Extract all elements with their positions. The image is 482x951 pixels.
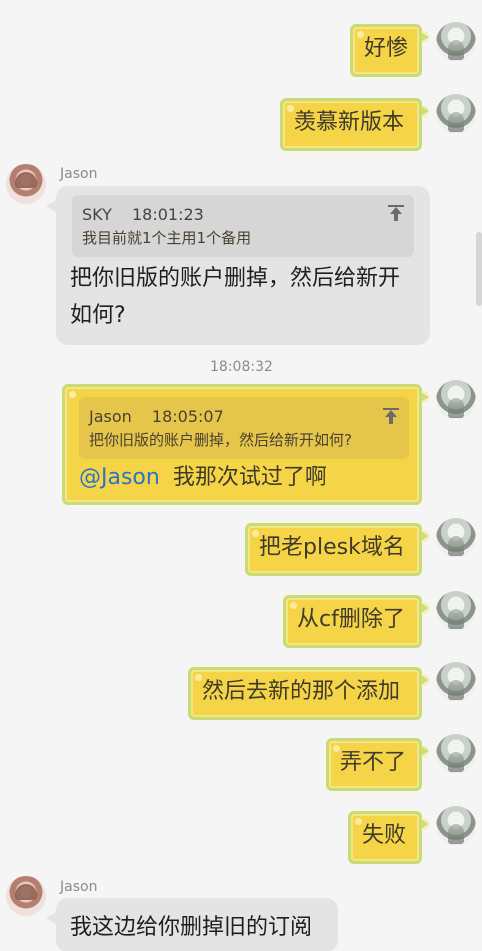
message-line: 如何?	[70, 303, 126, 329]
avatar-sky[interactable]	[436, 591, 476, 631]
outgoing-message[interactable]: 然后去新的那个添加	[188, 667, 429, 720]
mention-link[interactable]: @Jason	[79, 465, 160, 490]
message-line: 把你旧版的账户删掉，然后给新开	[70, 266, 401, 291]
sender-name: Jason	[60, 166, 98, 182]
quote-sender: Jason	[89, 407, 132, 426]
quote-time: 18:05:07	[151, 407, 224, 426]
outgoing-message[interactable]: 弄不了	[326, 738, 429, 791]
quote-sender: SKY	[82, 205, 112, 224]
avatar-sky[interactable]	[436, 94, 476, 134]
avatar-jason[interactable]	[6, 164, 46, 204]
message-text: 羡慕新版本	[294, 110, 405, 135]
pin-icon[interactable]	[383, 408, 399, 424]
quote-text: 我目前就1个主用1个备用	[82, 229, 252, 248]
message-text: 好惨	[364, 36, 409, 61]
avatar-jason[interactable]	[6, 876, 46, 916]
incoming-message[interactable]: 我这边给你删掉旧的订阅	[46, 898, 338, 951]
message-text: 从cf删除了	[297, 607, 405, 632]
avatar-sky[interactable]	[436, 22, 476, 62]
outgoing-message[interactable]: Jason 18:05:07 把你旧版的账户删掉，然后给新开如何? @Jason…	[62, 384, 429, 505]
outgoing-message[interactable]: 从cf删除了	[283, 595, 429, 648]
sender-name: Jason	[60, 879, 98, 895]
quoted-message[interactable]: SKY 18:01:23 我目前就1个主用1个备用	[72, 195, 414, 257]
message-text: 我这边给你删掉旧的订阅	[70, 915, 313, 940]
message-text: @Jason 我那次试过了啊	[79, 465, 327, 491]
incoming-message[interactable]: SKY 18:01:23 我目前就1个主用1个备用 把你旧版的账户删掉，然后给新…	[46, 186, 430, 345]
avatar-sky[interactable]	[436, 734, 476, 774]
message-text: 把老plesk域名	[259, 535, 405, 560]
outgoing-message[interactable]: 好惨	[350, 24, 429, 77]
timestamp: 18:08:32	[210, 359, 273, 375]
quote-meta: Jason 18:05:07	[89, 405, 399, 428]
message-text: 失败	[362, 823, 407, 848]
message-text: 弄不了	[340, 750, 407, 775]
quote-time: 18:01:23	[131, 205, 204, 224]
message-text: 把你旧版的账户删掉，然后给新开 如何?	[70, 260, 418, 335]
avatar-sky[interactable]	[436, 518, 476, 558]
avatar-sky[interactable]	[436, 662, 476, 702]
quote-text: 把你旧版的账户删掉，然后给新开如何?	[89, 431, 352, 450]
pin-icon[interactable]	[388, 205, 404, 221]
avatar-sky[interactable]	[436, 806, 476, 846]
quote-meta: SKY 18:01:23	[82, 203, 404, 226]
message-text: 然后去新的那个添加	[202, 679, 401, 704]
chat-window: 好惨 羡慕新版本 Jason SKY 18:01:23 我目前就1个主用1个备用…	[0, 0, 482, 951]
scrollbar[interactable]	[476, 232, 482, 306]
quoted-message[interactable]: Jason 18:05:07 把你旧版的账户删掉，然后给新开如何?	[79, 397, 409, 459]
outgoing-message[interactable]: 失败	[348, 811, 429, 864]
avatar-sky[interactable]	[436, 380, 476, 420]
message-body: 我那次试过了啊	[172, 465, 327, 490]
outgoing-message[interactable]: 羡慕新版本	[280, 98, 429, 151]
outgoing-message[interactable]: 把老plesk域名	[245, 523, 429, 576]
